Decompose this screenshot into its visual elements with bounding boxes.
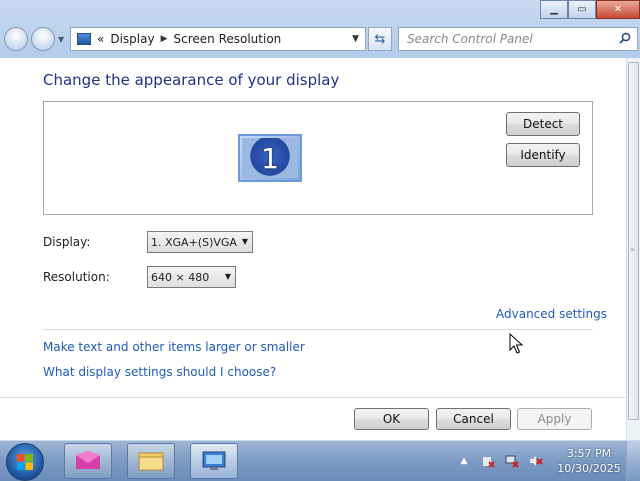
close-button[interactable]: ✕ <box>596 0 640 19</box>
minimize-button[interactable]: ▁ <box>540 0 568 19</box>
back-button[interactable] <box>4 27 28 51</box>
notification-area: ▲ 3:57 PM 10/30/2025 <box>456 441 640 481</box>
page-title: Change the appearance of your display <box>43 71 340 89</box>
detect-button[interactable]: Detect <box>506 112 580 136</box>
display-select[interactable]: 1. XGA+(S)VGA ▼ <box>147 231 253 253</box>
apply-button[interactable]: Apply <box>517 408 592 430</box>
grip-icon: ≡ <box>630 246 636 253</box>
address-bar[interactable]: « Display ▶ Screen Resolution ▼ <box>70 27 366 51</box>
vertical-scrollbar[interactable]: ≡ <box>626 58 640 440</box>
caption-buttons: ▁ ▭ ✕ <box>540 0 640 20</box>
recent-pages-icon[interactable]: ▼ <box>58 35 64 44</box>
ok-button[interactable]: OK <box>354 408 429 430</box>
windows-logo-icon <box>17 454 33 470</box>
breadcrumb-separator-icon[interactable]: ▶ <box>161 34 168 44</box>
folder-icon <box>138 452 164 471</box>
search-icon[interactable] <box>619 32 631 44</box>
navigation-bar: ▼ « Display ▶ Screen Resolution ▼ ⇆ <box>0 24 640 54</box>
monitor-1-tile[interactable]: 1 <box>238 134 302 182</box>
divider <box>43 329 593 330</box>
refresh-icon: ⇆ <box>374 31 386 47</box>
display-help-link[interactable]: What display settings should I choose? <box>43 365 276 379</box>
address-dropdown-icon[interactable]: ▼ <box>352 34 359 44</box>
resolution-select-value: 640 × 480 <box>151 270 210 284</box>
screen-resolution-page: Change the appearance of your display 1 … <box>0 58 626 440</box>
monitor-icon: 1 <box>242 138 298 178</box>
display-label: Display: <box>43 235 91 249</box>
media-app-icon <box>76 451 100 469</box>
monitor-number: 1 <box>261 141 279 175</box>
search-input[interactable] <box>407 32 607 46</box>
action-center-icon[interactable] <box>480 453 496 469</box>
control-panel-icon <box>77 33 91 45</box>
chevron-down-icon: ▼ <box>241 237 248 246</box>
control-panel-icon <box>202 451 226 470</box>
network-icon[interactable] <box>504 453 520 469</box>
start-button[interactable] <box>6 443 44 481</box>
resolution-select[interactable]: 640 × 480 ▼ <box>147 266 236 288</box>
maximize-button[interactable]: ▭ <box>568 0 596 19</box>
resolution-label: Resolution: <box>43 270 110 284</box>
taskbar-file-explorer[interactable] <box>127 443 175 479</box>
taskbar: ▲ 3:57 PM 10/30/2025 <box>0 440 640 481</box>
breadcrumb-overflow[interactable]: « <box>97 32 104 46</box>
button-separator <box>0 397 626 398</box>
breadcrumb-screen-resolution[interactable]: Screen Resolution <box>174 32 282 46</box>
display-select-value: 1. XGA+(S)VGA <box>151 235 237 249</box>
volume-muted-icon[interactable] <box>528 453 544 469</box>
identify-button[interactable]: Identify <box>506 143 580 167</box>
taskbar-media-app[interactable] <box>64 443 112 479</box>
clock[interactable]: 3:57 PM 10/30/2025 <box>552 446 626 476</box>
monitor-arrangement-panel: 1 Detect Identify <box>43 101 593 215</box>
text-size-link[interactable]: Make text and other items larger or smal… <box>43 340 305 354</box>
mouse-cursor-icon <box>509 333 524 354</box>
show-desktop-button[interactable] <box>626 441 640 481</box>
scroll-thumb[interactable] <box>628 62 639 420</box>
clock-date: 10/30/2025 <box>557 462 621 475</box>
breadcrumb-display[interactable]: Display <box>110 32 154 46</box>
cancel-button[interactable]: Cancel <box>436 408 511 430</box>
chevron-down-icon: ▼ <box>224 272 231 281</box>
refresh-button[interactable]: ⇆ <box>368 27 392 51</box>
show-hidden-icons-icon[interactable]: ▲ <box>456 453 472 469</box>
clock-time: 3:57 PM <box>566 447 612 460</box>
advanced-settings-link[interactable]: Advanced settings <box>496 307 607 321</box>
forward-button[interactable] <box>31 27 55 51</box>
taskbar-control-panel[interactable] <box>190 443 238 479</box>
search-box[interactable] <box>398 27 638 51</box>
